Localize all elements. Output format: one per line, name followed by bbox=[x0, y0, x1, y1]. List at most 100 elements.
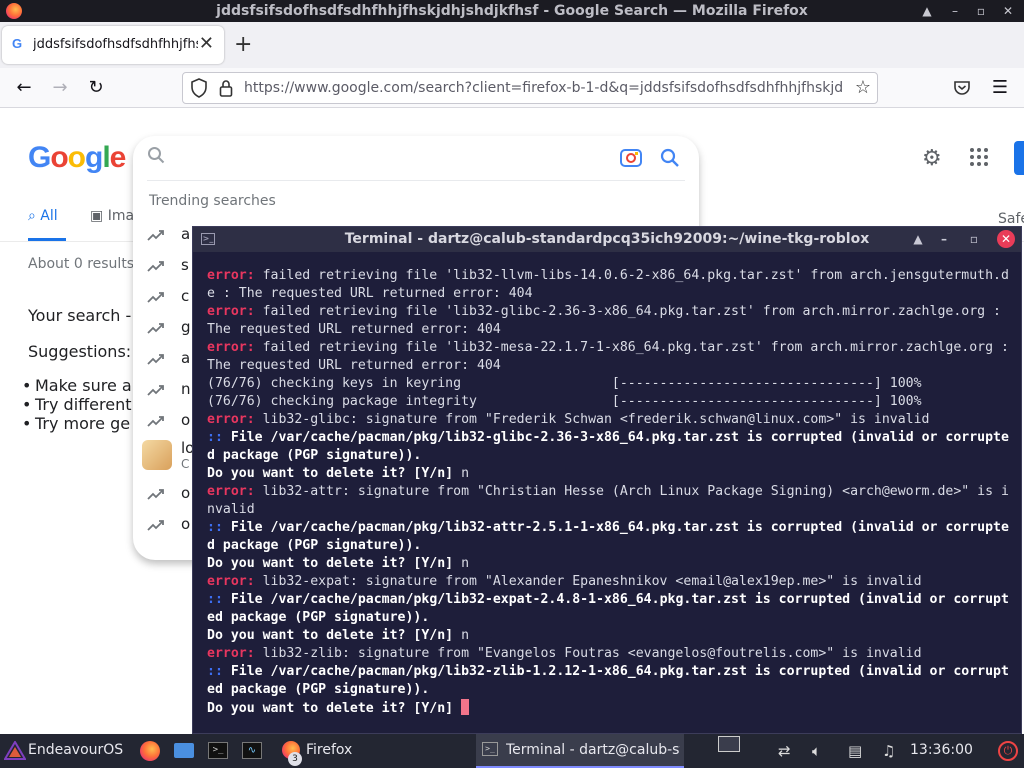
suggestion-item[interactable]: o bbox=[147, 411, 190, 433]
workspace-switcher-icon[interactable] bbox=[718, 736, 740, 752]
task-label: Firefox bbox=[306, 742, 353, 758]
logo-letter: o bbox=[67, 141, 86, 174]
system-monitor-icon[interactable]: ∿ bbox=[242, 742, 262, 759]
trending-icon bbox=[147, 385, 164, 396]
notifications-icon[interactable]: ♫ bbox=[882, 740, 904, 762]
terminal-line: Do you want to delete it? [Y/n] n bbox=[207, 627, 1013, 645]
minimize-icon[interactable]: – bbox=[946, 2, 964, 20]
new-tab-button[interactable]: + bbox=[234, 34, 252, 56]
suggestion-item[interactable]: s bbox=[147, 256, 189, 278]
folder-icon[interactable] bbox=[174, 743, 194, 758]
close-icon[interactable]: ✕ bbox=[999, 2, 1017, 20]
firefox-launcher-icon[interactable] bbox=[140, 741, 160, 761]
suggestion-thumbnail[interactable] bbox=[142, 440, 172, 470]
suggestion-item[interactable]: a bbox=[147, 225, 190, 247]
terminal-line: error: lib32-attr: signature from "Chris… bbox=[207, 483, 1013, 519]
shade-icon[interactable]: ▲ bbox=[918, 2, 936, 20]
safe-search-label[interactable]: Safe bbox=[998, 211, 1024, 227]
google-icon: G bbox=[12, 36, 23, 51]
terminal-text: failed retrieving file 'lib32-glibc-2.36… bbox=[207, 304, 1009, 337]
google-logo[interactable]: Google bbox=[28, 141, 127, 175]
suggestion-item[interactable]: g bbox=[147, 318, 191, 340]
shade-icon[interactable]: ▲ bbox=[909, 230, 927, 248]
terminal-window[interactable]: >_ Terminal - dartz@calub-standardpcq35i… bbox=[192, 226, 1022, 734]
error-label: error: bbox=[207, 574, 255, 589]
trending-icon bbox=[147, 416, 164, 427]
terminal-line: :: File /var/cache/pacman/pkg/lib32-zlib… bbox=[207, 663, 1013, 699]
suggestion-item[interactable]: n bbox=[147, 380, 191, 402]
terminal-title: Terminal - dartz@calub-standardpcq35ich9… bbox=[344, 231, 870, 247]
start-menu-label: EndeavourOS bbox=[28, 742, 124, 758]
terminal-titlebar[interactable]: >_ Terminal - dartz@calub-standardpcq35i… bbox=[193, 227, 1021, 252]
terminal-text: File /var/cache/pacman/pkg/lib32-zlib-1.… bbox=[207, 664, 1009, 697]
tab-images[interactable]: ▣ Ima bbox=[90, 208, 134, 224]
search-icon[interactable] bbox=[660, 148, 680, 168]
maximize-icon[interactable]: ▫ bbox=[972, 2, 990, 20]
power-icon[interactable]: ⏻ bbox=[998, 741, 1018, 761]
logo-letter: o bbox=[50, 141, 68, 174]
window-titlebar[interactable]: jddsfsifsdofhsdfsdhfhhjfhskjdhjshdjkfhsf… bbox=[0, 0, 1024, 22]
suggestion-item[interactable]: a bbox=[147, 349, 190, 371]
terminal-text: :: bbox=[207, 430, 231, 445]
close-icon[interactable]: ✕ bbox=[997, 230, 1015, 248]
sign-in-button[interactable] bbox=[1014, 141, 1024, 175]
apps-icon[interactable] bbox=[970, 148, 990, 168]
error-label: error: bbox=[207, 646, 255, 661]
terminal-text: :: bbox=[207, 664, 231, 679]
terminal-line: error: lib32-expat: signature from "Alex… bbox=[207, 573, 1013, 591]
maximize-icon[interactable]: ▫ bbox=[965, 230, 983, 248]
terminal-text: lib32-zlib: signature from "Evangelos Fo… bbox=[254, 646, 922, 661]
pocket-icon[interactable] bbox=[952, 78, 972, 98]
trending-icon bbox=[147, 261, 164, 272]
terminal-line: (76/76) checking keys in keyring [------… bbox=[207, 375, 1013, 393]
taskbar-firefox-task[interactable]: 3 Firefox bbox=[276, 734, 472, 768]
terminal-output[interactable]: error: failed retrieving file 'lib32-llv… bbox=[207, 267, 1013, 718]
terminal-text: File /var/cache/pacman/pkg/lib32-expat-2… bbox=[207, 592, 1009, 625]
suggestion-text: o bbox=[181, 484, 191, 502]
taskbar-terminal-task[interactable]: >_ Terminal - dartz@calub-st... bbox=[476, 734, 684, 768]
gear-icon[interactable]: ⚙ bbox=[922, 146, 942, 171]
logo-letter: g bbox=[85, 141, 103, 174]
clipboard-icon[interactable]: ▤ bbox=[848, 740, 870, 762]
url-text[interactable]: https://www.google.com/search?client=fir… bbox=[244, 80, 844, 96]
trending-icon bbox=[147, 230, 164, 241]
terminal-text: failed retrieving file 'lib32-llvm-libs-… bbox=[207, 268, 1009, 301]
url-bar[interactable]: https://www.google.com/search?client=fir… bbox=[182, 72, 878, 104]
forward-icon[interactable]: → bbox=[48, 76, 72, 100]
star-icon[interactable]: ☆ bbox=[855, 77, 871, 98]
lock-icon[interactable] bbox=[219, 79, 233, 97]
suggestion-subtitle: C bbox=[181, 457, 190, 471]
reload-icon[interactable]: ↻ bbox=[84, 76, 108, 100]
terminal-icon: >_ bbox=[482, 742, 498, 756]
start-menu-button[interactable]: EndeavourOS bbox=[0, 734, 126, 768]
lens-icon[interactable] bbox=[620, 148, 642, 168]
terminal-line: (76/76) checking package integrity [----… bbox=[207, 393, 1013, 411]
terminal-icon: >_ bbox=[201, 233, 215, 245]
suggestion-item[interactable]: c bbox=[147, 287, 189, 309]
minimize-icon[interactable]: – bbox=[935, 230, 953, 248]
firefox-icon bbox=[6, 3, 22, 19]
menu-icon[interactable]: ☰ bbox=[988, 76, 1012, 100]
back-icon[interactable]: ← bbox=[12, 76, 36, 100]
terminal-line: error: failed retrieving file 'lib32-llv… bbox=[207, 267, 1013, 303]
tab-strip: G jddsfsifsdofhsdfsdhfhhjfhskjdhjshdjkfh… bbox=[0, 22, 1024, 68]
terminal-text: failed retrieving file 'lib32-mesa-22.1.… bbox=[207, 340, 1017, 373]
clock[interactable]: 13:36:00 bbox=[910, 742, 973, 758]
network-icon[interactable]: ⇄ bbox=[778, 740, 800, 762]
suggestion-text: n bbox=[181, 380, 191, 398]
terminal-launcher-icon[interactable]: >_ bbox=[208, 742, 228, 759]
browser-tab[interactable]: G jddsfsifsdofhsdfsdhfhhjfhskjdhjshdjkfh… bbox=[2, 26, 224, 64]
volume-icon[interactable]: 🔈︎ bbox=[812, 740, 834, 762]
suggestion-item[interactable]: o bbox=[147, 484, 191, 506]
tab-close-icon[interactable]: ✕ bbox=[199, 34, 214, 54]
shield-icon[interactable] bbox=[190, 78, 208, 98]
error-label: error: bbox=[207, 484, 255, 499]
terminal-line: error: failed retrieving file 'lib32-mes… bbox=[207, 339, 1013, 375]
suggestion-item[interactable]: o bbox=[147, 515, 190, 537]
suggestion-text: s bbox=[181, 256, 189, 274]
tab-all[interactable]: ⌕ All bbox=[28, 208, 58, 224]
logo-letter: e bbox=[109, 141, 127, 174]
trending-icon bbox=[147, 354, 164, 365]
list-item: Try more ge bbox=[35, 414, 132, 433]
terminal-line: :: File /var/cache/pacman/pkg/lib32-attr… bbox=[207, 519, 1013, 555]
